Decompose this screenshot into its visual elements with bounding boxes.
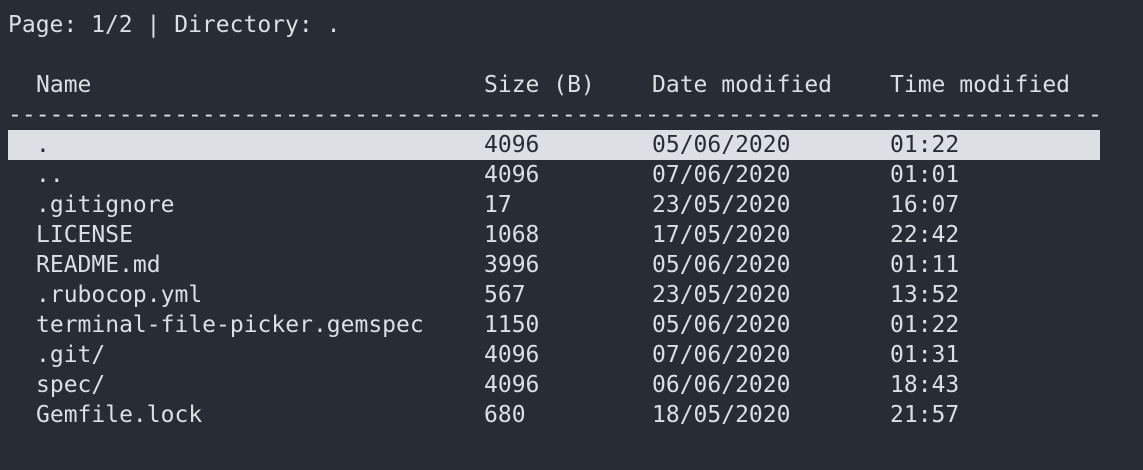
file-size: 4096 <box>484 342 540 368</box>
file-name: Gemfile.lock <box>36 402 203 428</box>
file-list: . 4096 05/06/2020 01:22.. 4096 07/06/2020 01:0… <box>8 130 1100 430</box>
status-separator: | <box>146 12 161 38</box>
file-date: 23/05/2020 <box>652 282 791 308</box>
file-row[interactable]: Gemfile.lock 680 18/05/2020 21:57 <box>8 400 1100 430</box>
file-size: 567 <box>484 282 526 308</box>
file-date: 07/06/2020 <box>652 162 791 188</box>
current-directory: . <box>326 12 341 38</box>
file-size: 17 <box>484 192 512 218</box>
header-divider: ----------------------------------------… <box>8 102 1100 128</box>
file-time: 22:42 <box>890 222 960 248</box>
file-name: .. <box>36 162 64 188</box>
file-time: 18:43 <box>890 372 960 398</box>
file-time: 01:22 <box>890 132 960 158</box>
file-date: 07/06/2020 <box>652 342 791 368</box>
file-size: 3996 <box>484 252 540 278</box>
table-header: Name Size (B) Date modified Time modifie… <box>8 70 1100 100</box>
page-label: Page: <box>8 12 78 38</box>
file-size: 1068 <box>484 222 540 248</box>
directory-label: Directory: <box>174 12 313 38</box>
header-size[interactable]: Size (B) <box>484 70 595 100</box>
file-row[interactable]: spec/4096 06/06/2020 18:43 <box>8 370 1100 400</box>
file-name: spec/ <box>36 372 106 398</box>
status-bar: Page: 1/2 | Directory: . <box>8 10 340 40</box>
file-row[interactable]: .rubocop.yml 567 23/05/2020 13:52 <box>8 280 1100 310</box>
header-name[interactable]: Name <box>36 70 91 100</box>
file-name: README.md <box>36 252 161 278</box>
file-time: 01:01 <box>890 162 960 188</box>
file-date: 18/05/2020 <box>652 402 791 428</box>
file-name: terminal-file-picker.gemspec <box>36 312 424 338</box>
file-size: 4096 <box>484 132 540 158</box>
file-name: .git/ <box>36 342 106 368</box>
file-time: 16:07 <box>890 192 960 218</box>
file-size: 4096 <box>484 372 540 398</box>
header-date-modified[interactable]: Date modified <box>652 70 832 100</box>
file-date: 05/06/2020 <box>652 312 791 338</box>
file-row[interactable]: README.md 3996 05/06/2020 01:11 <box>8 250 1100 280</box>
file-date: 06/06/2020 <box>652 372 791 398</box>
file-time: 01:31 <box>890 342 960 368</box>
file-date: 17/05/2020 <box>652 222 791 248</box>
file-time: 21:57 <box>890 402 960 428</box>
file-name: .gitignore <box>36 192 175 218</box>
file-row[interactable]: .git/4096 07/06/2020 01:31 <box>8 340 1100 370</box>
file-name: LICENSE <box>36 222 133 248</box>
file-time: 13:52 <box>890 282 960 308</box>
file-row-selected[interactable]: . 4096 05/06/2020 01:22 <box>8 130 1100 160</box>
file-row[interactable]: .. 4096 07/06/2020 01:01 <box>8 160 1100 190</box>
file-row[interactable]: terminal-file-picker.gemspec 1150 05/06/20… <box>8 310 1100 340</box>
file-size: 1150 <box>484 312 540 338</box>
file-row[interactable]: .gitignore 17 23/05/2020 16:07 <box>8 190 1100 220</box>
file-time: 01:11 <box>890 252 960 278</box>
file-row[interactable]: LICENSE 1068 17/05/2020 22:42 <box>8 220 1100 250</box>
file-name: .rubocop.yml <box>36 282 203 308</box>
file-size: 680 <box>484 402 526 428</box>
header-time-modified[interactable]: Time modified <box>890 70 1070 100</box>
file-time: 01:22 <box>890 312 960 338</box>
file-date: 05/06/2020 <box>652 252 791 278</box>
file-date: 05/06/2020 <box>652 132 791 158</box>
file-name: . <box>36 132 50 158</box>
file-date: 23/05/2020 <box>652 192 791 218</box>
page-indicator: 1/2 <box>91 12 133 38</box>
file-size: 4096 <box>484 162 540 188</box>
